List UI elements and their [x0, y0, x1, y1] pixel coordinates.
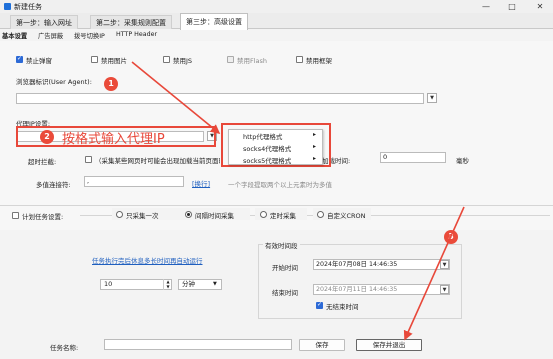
annotation-arrow-3 — [403, 206, 465, 341]
annotation-arrow-1 — [131, 61, 221, 135]
annotation-arrows — [131, 61, 465, 341]
